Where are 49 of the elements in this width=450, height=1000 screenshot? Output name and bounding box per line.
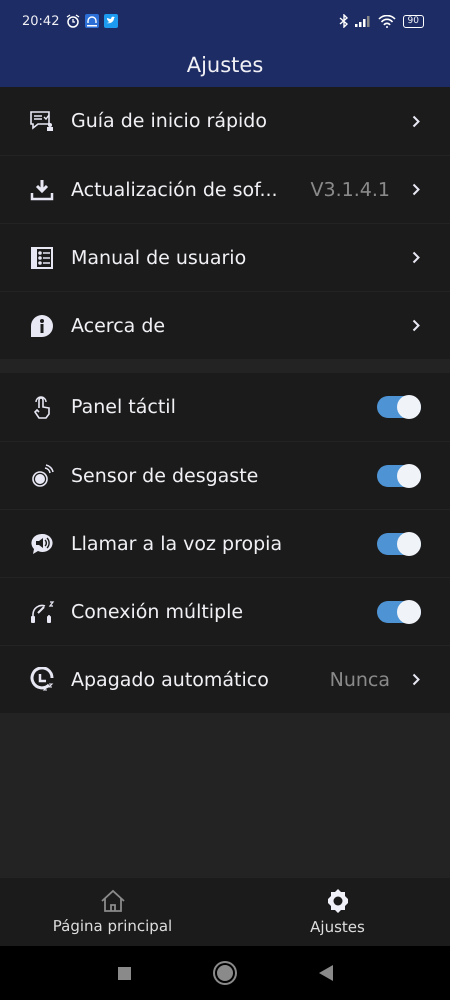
list-icon <box>29 244 55 270</box>
settings-row[interactable]: Llamar a la voz propia <box>0 509 450 577</box>
setting-label: Apagado automático <box>71 668 270 690</box>
setting-label: Actualización de sof... <box>71 178 279 200</box>
nav-tab[interactable]: Ajustes <box>225 878 450 946</box>
alarm-clock-icon <box>66 14 80 28</box>
headphones-app-icon <box>85 14 100 28</box>
settings-row[interactable]: Conexión múltiple <box>0 577 450 645</box>
bird-app-icon <box>104 14 118 28</box>
setting-value: Nunca <box>330 668 390 690</box>
settings-row[interactable]: Panel táctil <box>0 373 450 441</box>
settings-row[interactable]: Apagado automático Nunca <box>0 645 450 713</box>
chevron-icon <box>412 183 420 196</box>
settings-row[interactable]: Acerca de <box>0 291 450 359</box>
toggle-switch[interactable] <box>377 396 421 418</box>
sleep-timer-icon <box>29 666 55 692</box>
setting-label: Llamar a la voz propia <box>71 532 284 554</box>
setting-label: Guía de inicio rápido <box>71 110 268 132</box>
bluetooth-icon <box>338 14 350 28</box>
toggle-switch[interactable] <box>377 532 421 554</box>
setting-label: Acerca de <box>71 314 166 336</box>
home-icon <box>100 889 126 913</box>
info-icon <box>29 312 55 338</box>
setting-label: Panel táctil <box>71 396 177 418</box>
headphones-link-icon <box>29 598 55 624</box>
nav-tab[interactable]: Página principal <box>0 878 225 946</box>
chevron-icon <box>412 319 420 332</box>
sensor-icon <box>29 462 55 488</box>
setting-label: Manual de usuario <box>71 246 248 268</box>
setting-label: Conexión múltiple <box>71 600 244 622</box>
chevron-icon <box>412 114 420 128</box>
setting-value: V3.1.4.1 <box>310 178 390 200</box>
recent-apps-button[interactable] <box>118 966 130 980</box>
chevron-icon <box>412 251 420 264</box>
settings-row[interactable]: Actualización de sof... V3.1.4.1 <box>0 155 450 223</box>
settings-row[interactable]: Sensor de desgaste <box>0 441 450 509</box>
status-time: 20:42 <box>22 14 60 28</box>
toggle-switch[interactable] <box>377 464 421 486</box>
wifi-icon <box>378 14 396 28</box>
home-button[interactable] <box>216 965 232 981</box>
settings-row[interactable]: Guía de inicio rápido <box>0 87 450 155</box>
settings-row[interactable]: Manual de usuario <box>0 223 450 291</box>
screen-title: Ajustes <box>186 52 264 78</box>
chat-checklist-icon <box>29 108 55 134</box>
toggle-switch[interactable] <box>377 600 421 622</box>
battery-level: 90 <box>402 14 424 28</box>
chevron-icon <box>412 673 420 686</box>
setting-label: Sensor de desgaste <box>71 464 260 486</box>
back-button[interactable] <box>318 965 332 981</box>
